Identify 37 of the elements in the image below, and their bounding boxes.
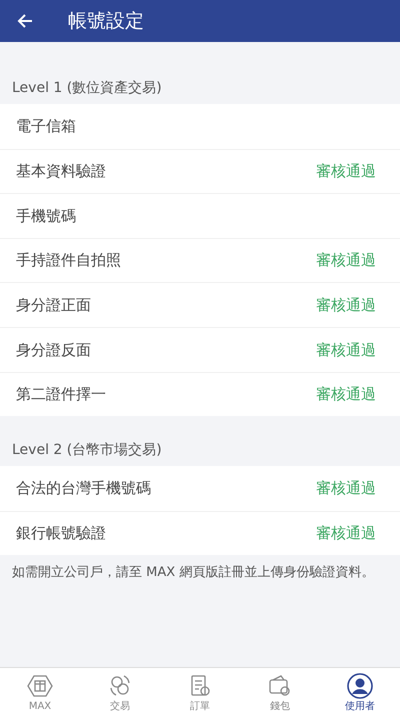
status-text: 審核通過	[316, 384, 376, 406]
status-text: 審核通過	[316, 294, 376, 316]
row-label: 手持證件自拍照	[16, 250, 121, 272]
settings-row[interactable]: 手機號碼	[0, 193, 400, 238]
status-text: 審核通過	[316, 523, 376, 544]
status-text: 審核通過	[316, 478, 376, 500]
hexagon-logo-icon	[27, 673, 53, 699]
user-avatar-icon	[347, 673, 373, 699]
nav-tab[interactable]: 交易	[80, 668, 160, 715]
row-label: 合法的台灣手機號碼	[16, 478, 151, 500]
settings-row[interactable]: 第二證件擇一 審核通過	[0, 372, 400, 416]
section-heading: Level 2 (台幣市場交易)	[11, 440, 163, 460]
row-label: 基本資料驗證	[16, 161, 106, 182]
status-text: 審核通過	[316, 250, 376, 272]
row-label: 電子信箱	[16, 116, 76, 138]
row-label: 身分證正面	[16, 294, 91, 316]
status-text: 審核通過	[316, 161, 376, 182]
row-label: 身分證反面	[16, 340, 91, 361]
nav-tab[interactable]: 錢包	[240, 668, 320, 715]
settings-row[interactable]: 身分證反面 審核通過	[0, 326, 400, 372]
section-heading: Level 1 (數位資產交易)	[11, 78, 163, 98]
nav-tab[interactable]: 訂單	[160, 668, 240, 715]
page-title: 帳號設定	[68, 8, 144, 34]
status-text: 審核通過	[316, 340, 376, 361]
row-label: 第二證件擇一	[16, 384, 106, 406]
settings-row[interactable]: 基本資料驗證 審核通過	[0, 148, 400, 194]
note-text: 如需開立公司戶，請至 MAX 網頁版註冊並上傳身份驗證資料。	[11, 564, 376, 582]
settings-row[interactable]: 合法的台灣手機號碼 審核通過	[0, 466, 400, 511]
back-arrow-icon[interactable]	[16, 12, 34, 30]
row-label: 銀行帳號驗證	[16, 523, 106, 544]
nav-tab[interactable]: MAX	[0, 668, 80, 715]
settings-row[interactable]: 身分證正面 審核通過	[0, 282, 400, 327]
nav-tab[interactable]: 使用者	[320, 668, 400, 715]
row-label: 手機號碼	[16, 206, 76, 227]
settings-row[interactable]: 銀行帳號驗證 審核通過	[0, 510, 400, 556]
settings-row[interactable]: 電子信箱	[0, 104, 400, 149]
settings-row[interactable]: 手持證件自拍照 審核通過	[0, 238, 400, 282]
